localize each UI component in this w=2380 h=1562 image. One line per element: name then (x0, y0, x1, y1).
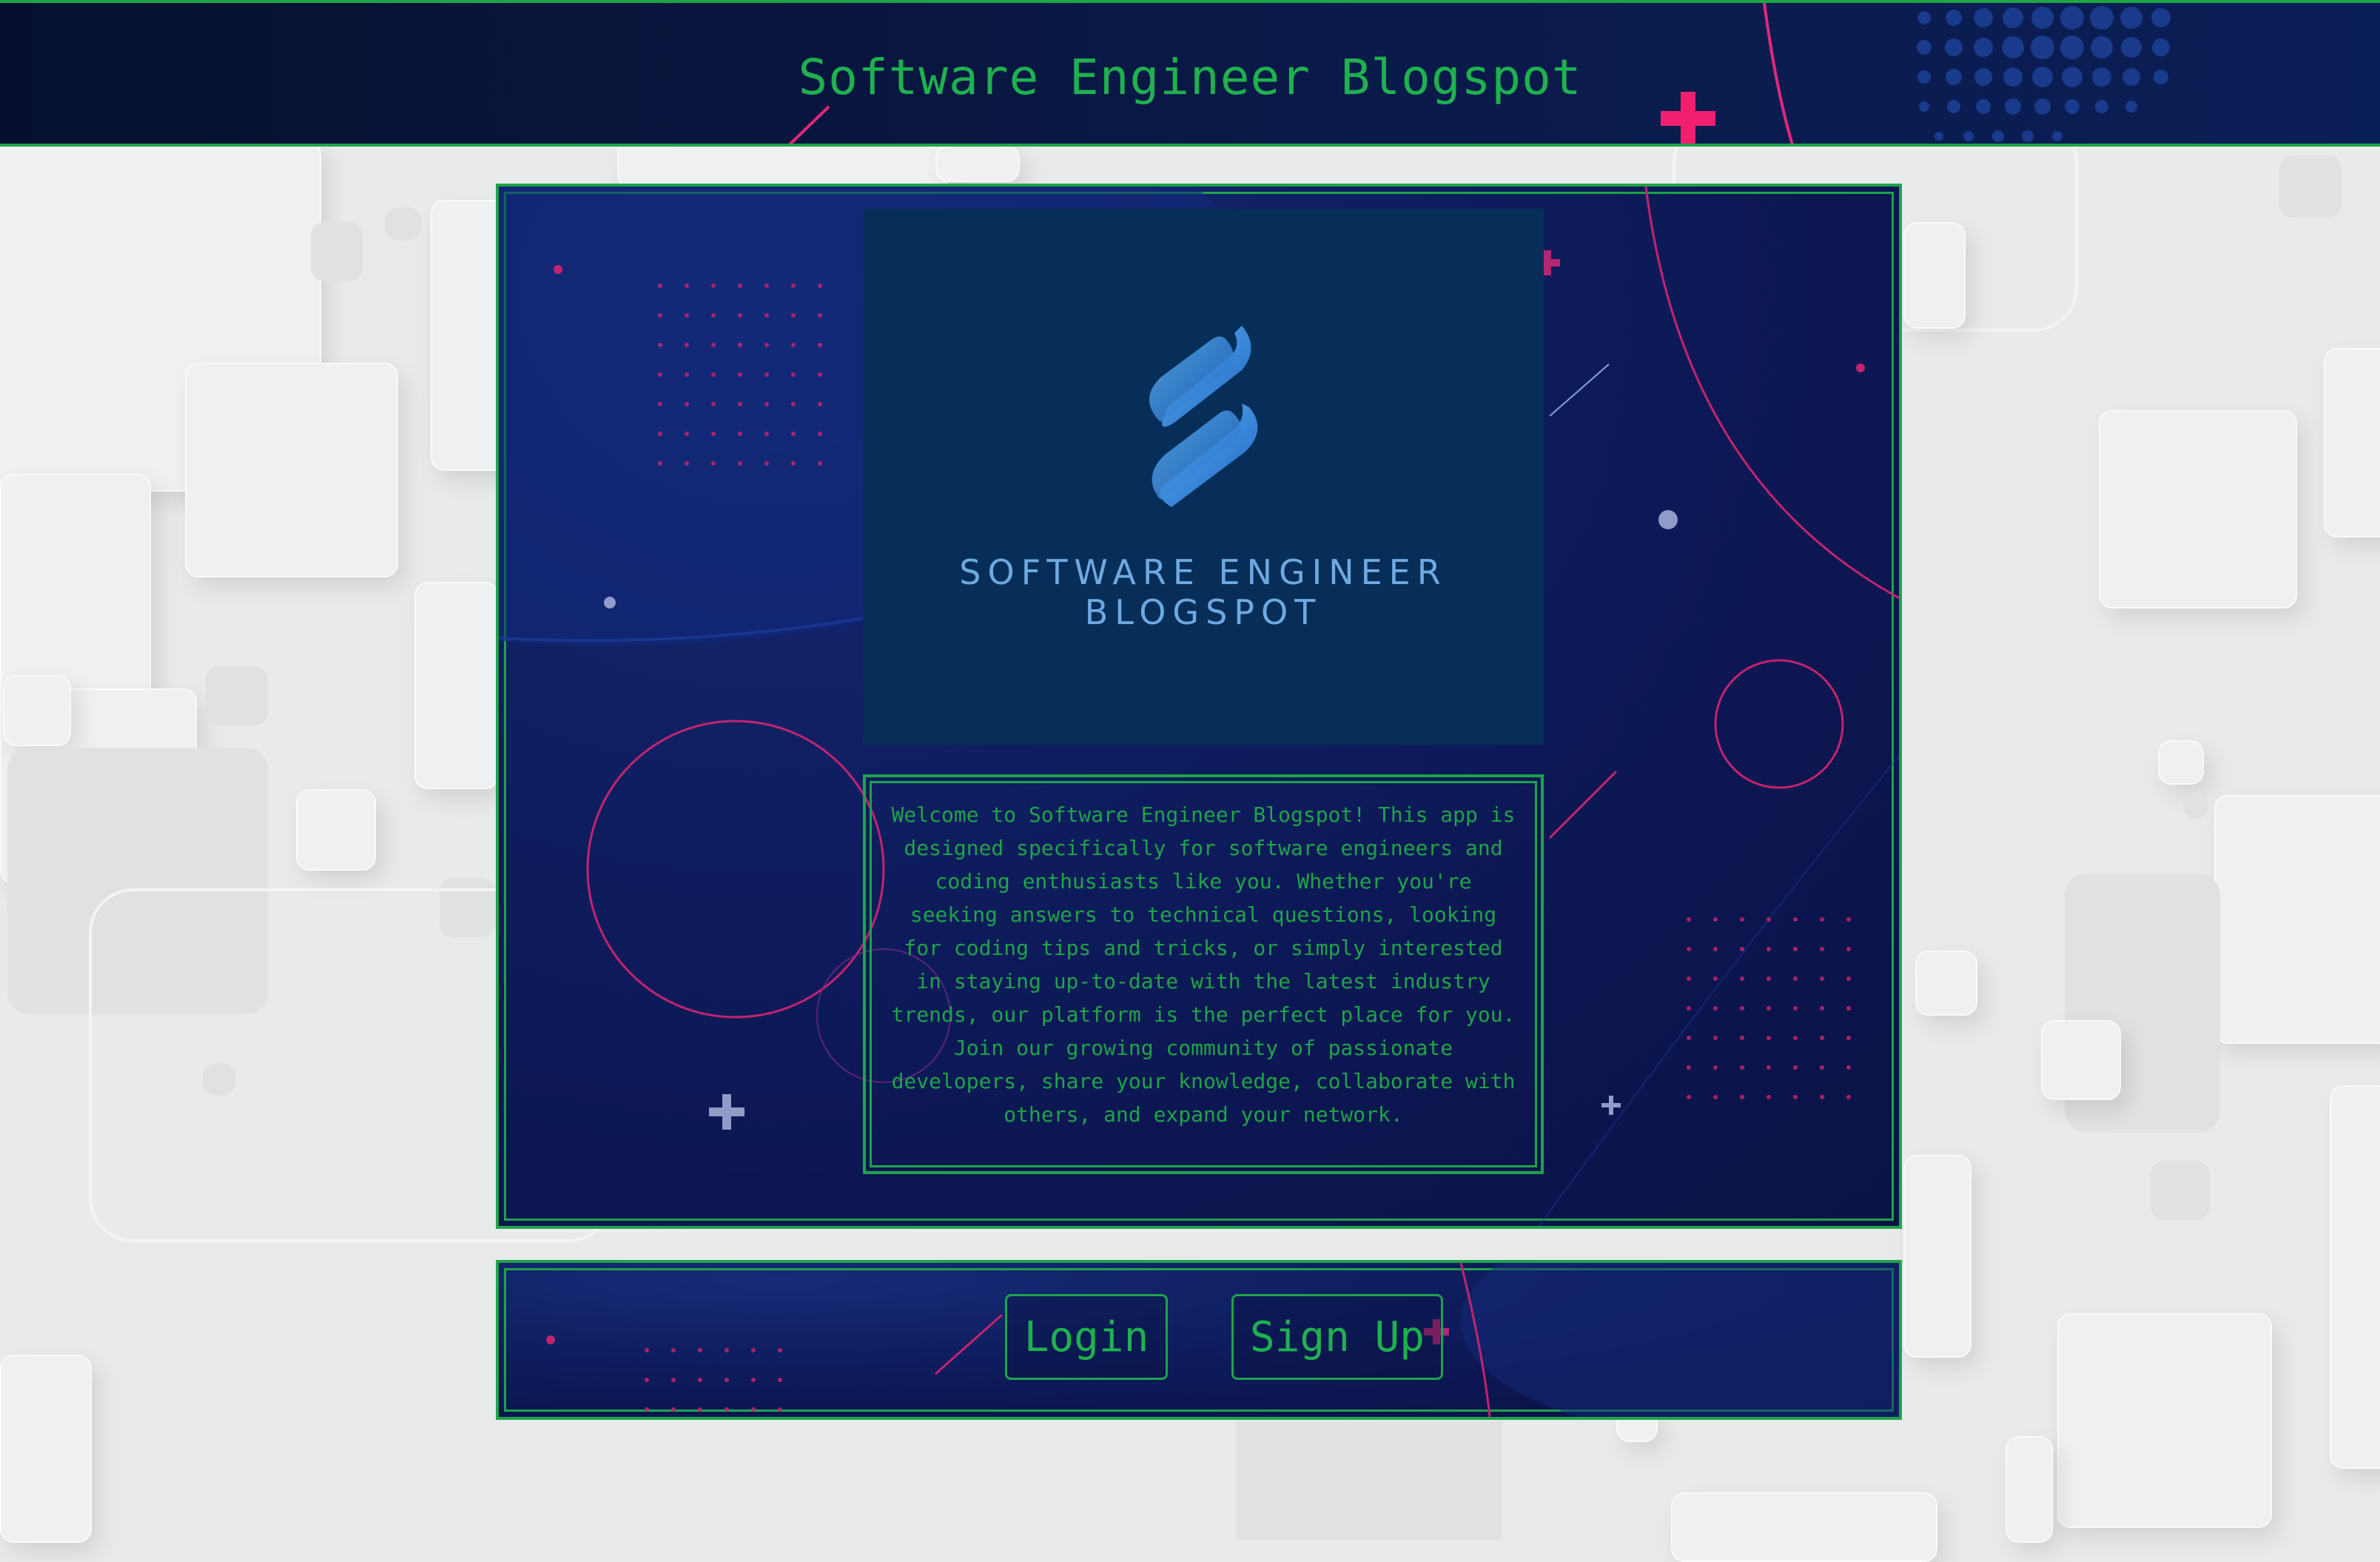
logo-wordmark: SOFTWARE ENGINEER BLOGSPOT (959, 552, 1448, 632)
actions-decoration (546, 1263, 1899, 1417)
signup-button[interactable]: Sign Up (1231, 1294, 1443, 1380)
site-header: Software Engineer Blogspot (0, 0, 2380, 147)
site-title: Software Engineer Blogspot (798, 49, 1582, 106)
welcome-description: Welcome to Software Engineer Blogspot! T… (863, 774, 1544, 1174)
login-button[interactable]: Login (1005, 1294, 1168, 1380)
logo-image: SOFTWARE ENGINEER BLOGSPOT (863, 209, 1544, 745)
blogspot-logo-icon (1149, 326, 1258, 507)
auth-actions-panel: Login Sign Up (496, 1260, 1902, 1420)
intro-panel: SOFTWARE ENGINEER BLOGSPOT Welcome to So… (496, 184, 1902, 1229)
